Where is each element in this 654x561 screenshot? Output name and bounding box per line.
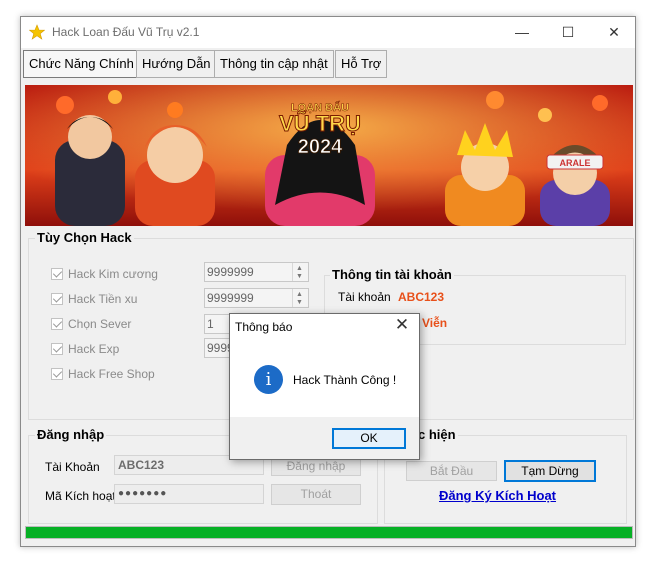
checkbox-label: Hack Exp [68,342,120,356]
checkbox-choose-server[interactable]: Chọn Sever [51,317,131,331]
dialog-footer: OK [230,417,419,459]
message-dialog: Thông báo ✕ i Hack Thành Công ! OK [229,313,420,460]
tab-guide[interactable]: Hướng Dẫn [136,50,217,78]
tab-support[interactable]: Hỗ Trợ [335,50,388,78]
account-value: ABC123 [398,290,445,304]
stepper-arrows[interactable]: ▲▼ [292,263,308,281]
checkbox-label: Hack Tiền xu [68,292,138,306]
tab-main-functions[interactable]: Chức Năng Chính [23,50,140,78]
login-title: Đăng nhập [35,427,107,442]
game-banner: ARALE LOẠN ĐẤU VŨ TRỤ 2024 [25,85,633,226]
minimize-button[interactable]: — [499,17,545,48]
dialog-title: Thông báo [235,320,293,334]
activation-code-input[interactable]: ●●●●●●● [114,484,264,504]
checkbox-label: Chọn Sever [68,317,132,331]
account-info-title: Thông tin tài khoản [330,267,454,282]
banner-year: 2024 [298,136,343,158]
ok-button[interactable]: OK [332,428,406,449]
checkbox-label: Hack Kim cương [68,267,158,281]
arrow-down-icon[interactable]: ▼ [296,299,303,306]
checkbox-hack-diamond[interactable]: Hack Kim cương [51,267,158,281]
tab-update-info[interactable]: Thông tin cập nhật [214,50,334,78]
info-icon: i [254,365,283,394]
logout-button[interactable]: Thoát [271,484,361,505]
start-button[interactable]: Bắt Đầu [406,461,497,481]
checkbox-label: Hack Free Shop [68,367,155,381]
progress-bar [25,526,633,539]
account-second-value: Viễn [422,316,448,330]
checkbox-hack-free-shop[interactable]: Hack Free Shop [51,367,155,381]
account-label: Tài khoản [338,290,391,304]
register-activation-link[interactable]: Đăng Ký Kích Hoạt [439,488,556,503]
app-window: Hack Loan Đấu Vũ Trụ v2.1 — ☐ ✕ Chức Năn… [20,16,636,547]
checkbox-box[interactable] [51,267,63,280]
stepper-value: 9999999 [207,265,254,279]
checkbox-box[interactable] [51,317,63,330]
banner-logo-line2: VŨ TRỤ [279,111,361,136]
login-account-label: Tài Khoản [45,460,100,474]
stepper-value: 9999999 [207,291,254,305]
arrow-up-icon[interactable]: ▲ [296,291,303,298]
hack-options-title: Tùy Chọn Hack [35,230,134,245]
checkbox-box[interactable] [51,367,63,380]
close-button[interactable]: ✕ [591,17,637,48]
stepper-value: 1 [207,317,214,331]
star-icon [29,24,45,40]
activation-code-label: Mã Kích hoạt [45,489,116,503]
title-bar: Hack Loan Đấu Vũ Trụ v2.1 — ☐ ✕ [21,17,635,48]
action-title: c hiện [416,427,458,442]
coins-amount-stepper[interactable]: 9999999 ▲ ▼ [204,288,309,308]
checkbox-hack-exp[interactable]: Hack Exp [51,342,119,356]
pause-button[interactable]: Tạm Dừng [504,460,596,482]
checkbox-box[interactable] [51,292,63,305]
maximize-button[interactable]: ☐ [545,17,591,48]
stepper-arrows[interactable]: ▲▼ [292,289,308,307]
checkbox-box[interactable] [51,342,63,355]
window-title: Hack Loan Đấu Vũ Trụ v2.1 [52,25,200,39]
diamond-amount-stepper[interactable]: 9999999 ▲ ▼ [204,262,309,282]
dialog-close-icon[interactable]: ✕ [391,315,413,335]
svg-text:ARALE: ARALE [560,158,591,168]
banner-artwork: ARALE LOẠN ĐẤU VŨ TRỤ 2024 [25,85,633,226]
progress-fill [26,527,632,538]
arrow-down-icon[interactable]: ▼ [296,273,303,280]
arrow-up-icon[interactable]: ▲ [296,265,303,272]
tab-strip: Chức Năng Chính Hướng Dẫn Thông tin cập … [21,48,635,80]
dialog-message: Hack Thành Công ! [293,373,397,387]
checkbox-hack-coins[interactable]: Hack Tiền xu [51,292,137,306]
